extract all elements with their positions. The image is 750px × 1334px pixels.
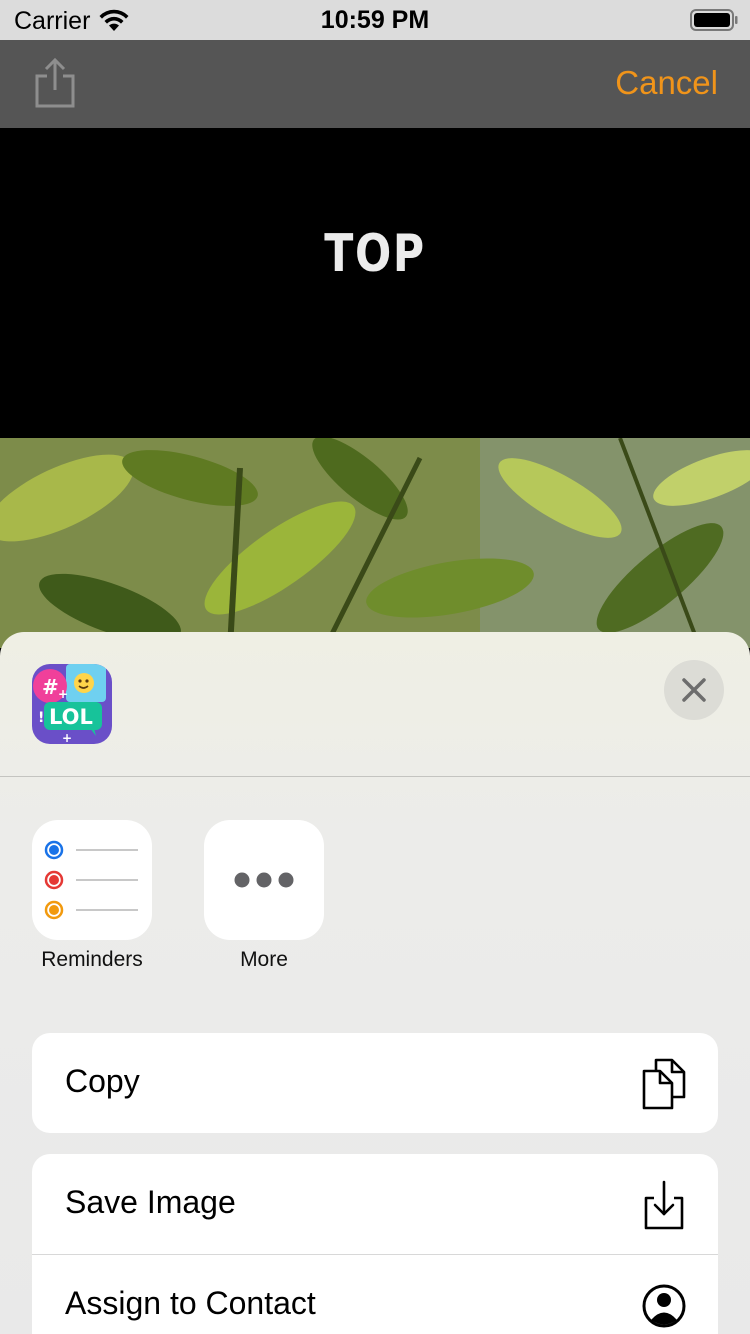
share-app-more[interactable]: More <box>204 820 324 971</box>
copy-action[interactable]: Copy <box>32 1033 718 1133</box>
svg-text:+: + <box>58 687 68 701</box>
meme-top-area: TOP <box>0 128 750 438</box>
assign-contact-label: Assign to Contact <box>65 1285 316 1321</box>
save-image-label: Save Image <box>65 1184 236 1220</box>
assign-contact-action[interactable]: Assign to Contact <box>32 1254 718 1334</box>
status-time: 10:59 PM <box>320 6 430 34</box>
copy-action-group: Copy <box>32 1033 718 1133</box>
save-icon <box>644 1180 684 1230</box>
image-actions-group: Save Image Assign to Contact <box>32 1154 718 1334</box>
nav-bar: Cancel <box>0 40 750 128</box>
copy-label: Copy <box>65 1063 140 1099</box>
svg-text:LOL: LOL <box>49 705 93 729</box>
more-icon <box>204 820 324 940</box>
cancel-button[interactable]: Cancel <box>615 64 718 102</box>
meme-top-text: TOP <box>324 224 426 284</box>
reminders-label: Reminders <box>41 948 143 971</box>
share-sheet: # + LOL ! + Reminders More Copy Save Ima… <box>0 632 750 1334</box>
more-label: More <box>240 948 288 971</box>
meme-photo <box>0 438 750 648</box>
svg-text:!: ! <box>38 710 44 726</box>
leaves-image <box>0 438 750 648</box>
share-sheet-header: # + LOL ! + <box>0 632 750 777</box>
close-icon <box>682 678 706 702</box>
share-app-reminders[interactable]: Reminders <box>32 820 152 971</box>
share-icon[interactable] <box>32 56 78 110</box>
svg-text:#: # <box>42 675 59 699</box>
contact-icon <box>642 1284 686 1328</box>
reminders-icon <box>32 820 152 940</box>
close-button[interactable] <box>664 660 724 720</box>
lol-meme-app-icon: # + LOL ! + <box>32 664 112 744</box>
battery-icon <box>690 9 738 31</box>
copy-icon <box>642 1058 686 1110</box>
svg-text:+: + <box>62 731 72 744</box>
status-bar: Carrier 10:59 PM <box>0 0 750 40</box>
save-image-action[interactable]: Save Image <box>32 1154 718 1254</box>
